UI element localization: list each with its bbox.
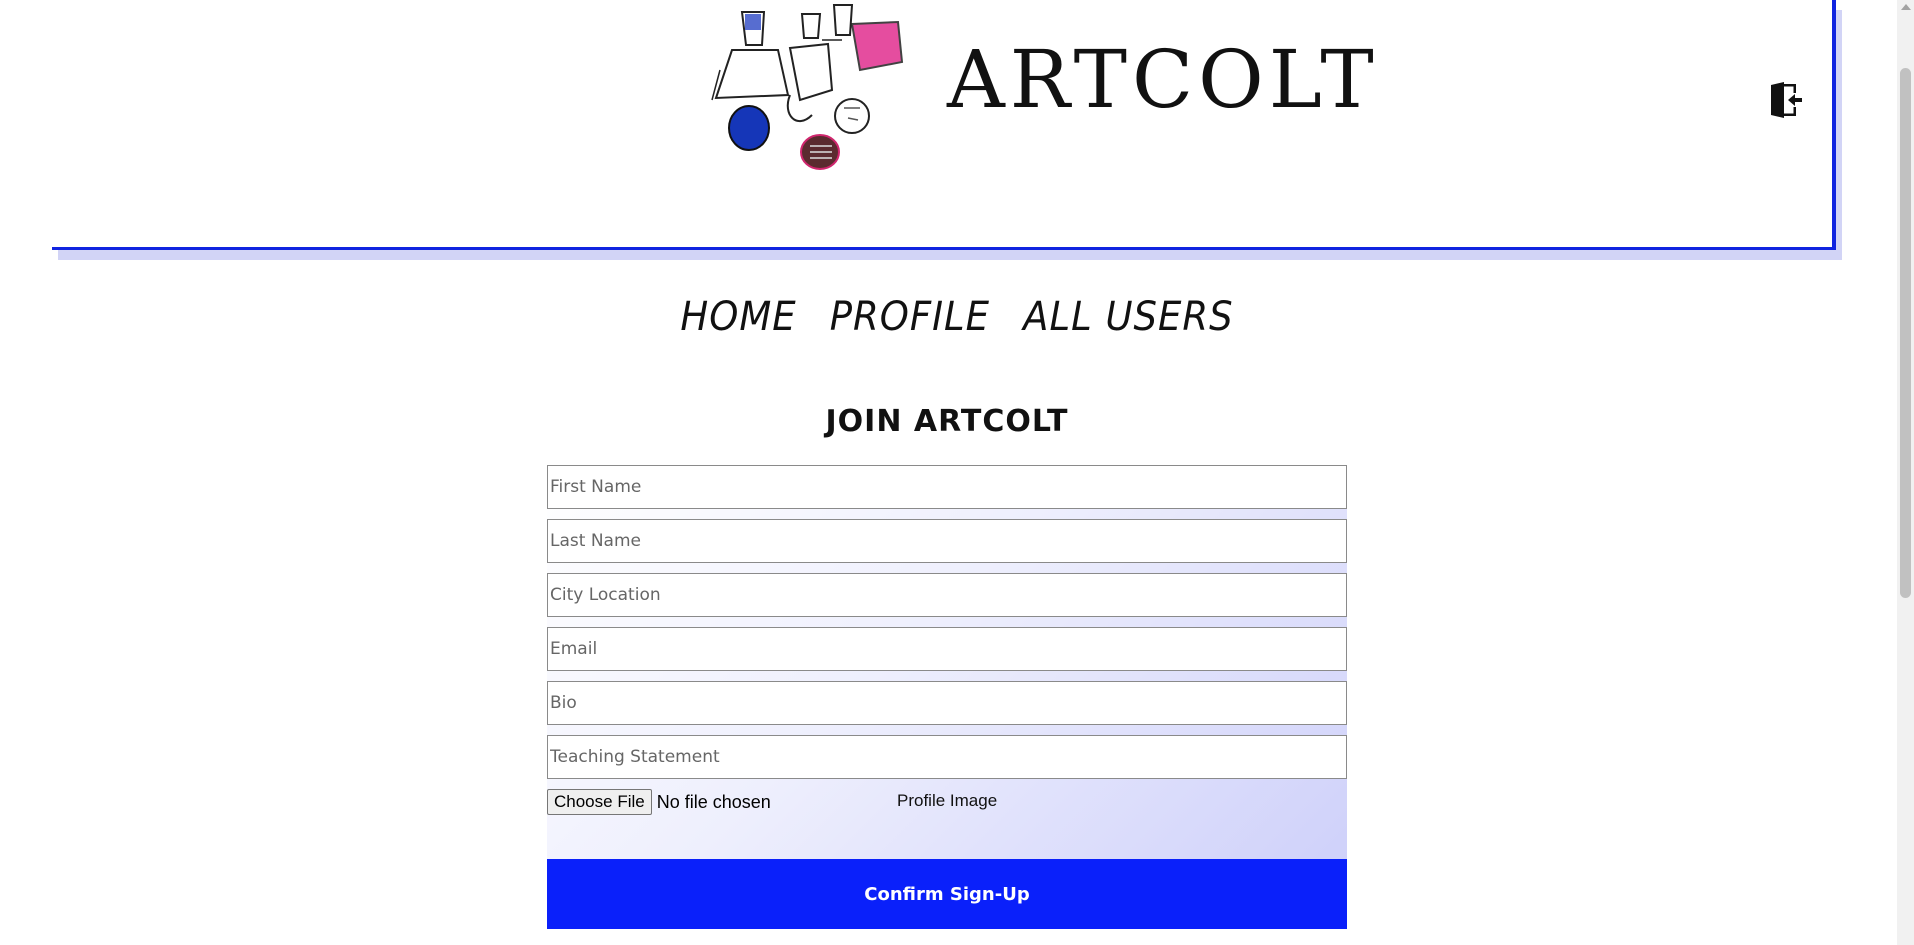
- profile-image-label: Profile Image: [897, 791, 998, 810]
- confirm-signup-button[interactable]: Confirm Sign-Up: [547, 859, 1347, 929]
- page-scrollbar[interactable]: [1897, 0, 1914, 945]
- form-title: JOIN ARTCOLT: [825, 404, 1069, 439]
- email-input[interactable]: [547, 627, 1347, 671]
- scroll-thumb[interactable]: [1900, 68, 1911, 598]
- nav-home-link[interactable]: HOME: [680, 293, 796, 339]
- nav-all-users-link[interactable]: ALL USERS: [1023, 293, 1233, 339]
- bio-input[interactable]: [547, 681, 1347, 725]
- brand-title: ARTCOLT: [947, 33, 1379, 126]
- door-exit-icon[interactable]: [1768, 80, 1802, 120]
- file-status-text: No file chosen: [656, 791, 771, 812]
- nav-profile-link[interactable]: PROFILE: [830, 293, 990, 339]
- scroll-up-arrow-icon[interactable]: [1901, 4, 1911, 10]
- site-header: ARTCOLT: [52, 0, 1836, 250]
- choose-file-button[interactable]: Choose File: [547, 789, 652, 815]
- main-nav: HOME PROFILE ALL USERS: [0, 293, 1914, 339]
- logo-ceramics-icon: [711, 4, 904, 170]
- teaching-statement-input[interactable]: [547, 735, 1347, 779]
- last-name-input[interactable]: [547, 519, 1347, 563]
- city-location-input[interactable]: [547, 573, 1347, 617]
- file-picker: Choose File No file chosen: [547, 789, 771, 815]
- first-name-input[interactable]: [547, 465, 1347, 509]
